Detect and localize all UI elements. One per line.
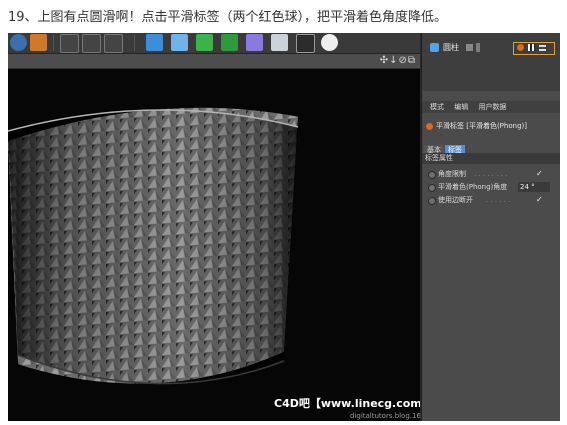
tag-title: 平滑标签 [平滑着色(Phong)] xyxy=(436,122,527,130)
animate-radio-icon[interactable] xyxy=(428,184,436,192)
property-use-edge-breaks: 使用边断开 . . . . . . ✓ xyxy=(422,194,560,206)
leader-dots: . . . . . . xyxy=(486,196,511,204)
property-label: 使用边断开 xyxy=(438,196,473,204)
property-label: 平滑着色(Phong)角度 xyxy=(438,183,508,191)
phong-angle-input[interactable]: 24 ° xyxy=(518,182,550,192)
checker-material-icon[interactable] xyxy=(528,44,535,51)
section-title-label: 标签属性 xyxy=(425,154,453,162)
subdivision-icon[interactable] xyxy=(196,34,213,51)
undo-icon[interactable] xyxy=(10,34,27,51)
light-icon[interactable] xyxy=(321,34,338,51)
menu-item-mode[interactable]: 模式 xyxy=(430,103,444,111)
toolbar-divider xyxy=(134,35,135,51)
array-icon[interactable] xyxy=(221,34,238,51)
studded-cylinder-render xyxy=(8,99,299,394)
render-view-icon[interactable] xyxy=(60,34,79,53)
right-panel: 圆柱 模式 编辑 用户数据 平滑标签 [平滑着色(Phong)] 基本 标签 标… xyxy=(421,33,560,421)
property-label: 角度限制 xyxy=(438,170,466,178)
cylinder-icon xyxy=(430,43,439,52)
property-angle-limit: 角度限制 . . . . . . . . ✓ xyxy=(422,168,560,180)
attribute-manager: 模式 编辑 用户数据 平滑标签 [平滑着色(Phong)] 基本 标签 标签属性 … xyxy=(422,91,560,421)
attribute-tabs: 基本 标签 xyxy=(424,137,466,156)
object-row-cylinder[interactable]: 圆柱 xyxy=(422,41,560,55)
render-settings-icon[interactable] xyxy=(104,34,123,53)
main-toolbar xyxy=(8,33,420,54)
scale-icon[interactable] xyxy=(30,34,47,51)
spline-icon[interactable] xyxy=(171,34,188,51)
attribute-menu: 模式 编辑 用户数据 xyxy=(422,101,560,113)
viewport[interactable]: C4D吧【www.linecg.com/tieba/1799】 digitalt… xyxy=(8,69,420,421)
leader-dots: . . . . . . . . xyxy=(474,170,508,178)
use-edge-breaks-checkbox[interactable]: ✓ xyxy=(536,194,543,206)
viewport-nav-icons[interactable]: ✣↓⊘⧉ xyxy=(380,54,416,68)
render-picture-icon[interactable] xyxy=(82,34,101,53)
layer-icon xyxy=(466,44,473,51)
smoothing-tag-icon[interactable] xyxy=(517,44,524,51)
tutorial-caption: 19、上图有点圆滑啊！点击平滑标签（两个红色球），把平滑着色角度降低。 xyxy=(8,10,448,25)
menu-item-edit[interactable]: 编辑 xyxy=(454,103,468,111)
cinema4d-window: ✣↓⊘⧉ C4D吧【www.linecg.com digitaltutors.b… xyxy=(8,33,560,421)
watermark-text: C4D吧【www.linecg.com/tieba/1799】 xyxy=(274,397,420,410)
viewport-header: ✣↓⊘⧉ xyxy=(8,54,420,69)
floor-icon[interactable] xyxy=(271,34,288,51)
animate-radio-icon[interactable] xyxy=(428,197,436,205)
visibility-icon xyxy=(476,43,480,52)
property-phong-angle: 平滑着色(Phong)角度 24 ° xyxy=(422,181,560,193)
camera-icon[interactable] xyxy=(296,34,315,53)
section-title: 标签属性 xyxy=(422,153,560,164)
cube-icon[interactable] xyxy=(146,34,163,51)
source-credit-text: digitaltutors.blog.163.com xyxy=(350,412,420,420)
tag-title-row: 平滑标签 [平滑着色(Phong)] xyxy=(422,120,560,133)
angle-limit-checkbox[interactable]: ✓ xyxy=(536,168,543,180)
menu-item-user-data[interactable]: 用户数据 xyxy=(478,103,506,111)
smoothing-tag-icon xyxy=(426,123,433,130)
deformer-icon[interactable] xyxy=(246,34,263,51)
texture-tag-icon[interactable] xyxy=(539,44,546,51)
toolbar-divider xyxy=(53,35,54,51)
object-manager: 圆柱 xyxy=(422,33,560,91)
animate-radio-icon[interactable] xyxy=(428,171,436,179)
object-name: 圆柱 xyxy=(443,43,459,52)
